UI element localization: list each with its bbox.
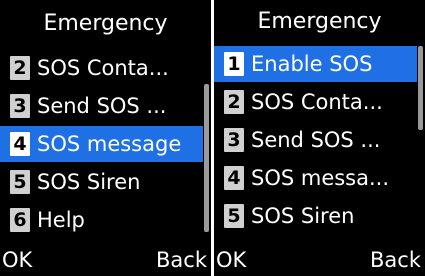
item-number-badge: 5 [224, 204, 244, 228]
item-number-badge: 2 [10, 56, 30, 80]
scrollbar[interactable] [418, 46, 423, 130]
item-number-badge: 6 [10, 208, 30, 232]
menu-item-label: SOS Siren [251, 204, 355, 228]
menu-item-sos-contacts[interactable]: 2 SOS Conta... [0, 50, 203, 86]
screen-title: Emergency [43, 11, 168, 36]
menu-item-label: Help [37, 208, 85, 232]
menu-item-label: Send SOS ... [251, 128, 381, 152]
item-number-badge: 5 [10, 170, 30, 194]
menu-item-sos-siren[interactable]: 5 SOS Siren [214, 198, 417, 234]
item-number-badge: 4 [10, 132, 30, 156]
menu-item-label: SOS messa... [251, 166, 390, 190]
menu-item-label: Send SOS ... [37, 94, 167, 118]
scrollbar[interactable] [204, 84, 209, 232]
menu-item-label: SOS Siren [37, 170, 141, 194]
menu-item-enable-sos[interactable]: 1 Enable SOS [214, 46, 417, 82]
screen-title: Emergency [257, 9, 382, 34]
item-number-badge: 1 [224, 52, 244, 76]
item-number-badge: 3 [10, 94, 30, 118]
menu-item-label: SOS Conta... [251, 90, 383, 114]
softkey-back[interactable]: Back [156, 246, 207, 274]
menu-item-sos-siren[interactable]: 5 SOS Siren [0, 164, 203, 200]
softkey-ok[interactable]: OK [2, 246, 32, 274]
menu-item-help[interactable]: 6 Help [0, 202, 203, 238]
softkey-back[interactable]: Back [370, 246, 421, 274]
phone-screen-left: Emergency 2 SOS Conta... 3 Send SOS ... … [0, 0, 211, 276]
menu-item-send-sos[interactable]: 3 Send SOS ... [0, 88, 203, 124]
menu-item-label: Enable SOS [251, 52, 373, 76]
softkey-ok[interactable]: OK [216, 246, 246, 274]
menu-item-sos-message[interactable]: 4 SOS messa... [214, 160, 417, 196]
menu-item-send-sos[interactable]: 3 Send SOS ... [214, 122, 417, 158]
menu-item-sos-contacts[interactable]: 2 SOS Conta... [214, 84, 417, 120]
item-number-badge: 3 [224, 128, 244, 152]
menu-item-label: SOS message [37, 132, 182, 156]
phone-screen-right: Emergency 1 Enable SOS 2 SOS Conta... 3 … [214, 0, 425, 276]
menu-item-label: SOS Conta... [37, 56, 169, 80]
menu-item-sos-message[interactable]: 4 SOS message [0, 126, 203, 162]
softkey-bar: OK Back [214, 244, 425, 276]
item-number-badge: 2 [224, 90, 244, 114]
item-number-badge: 4 [224, 166, 244, 190]
softkey-bar: OK Back [0, 244, 211, 276]
